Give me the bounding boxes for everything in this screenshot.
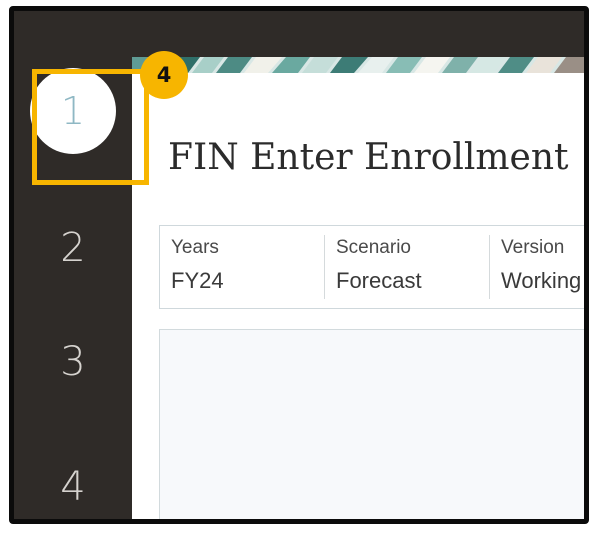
pov-bar: Years FY24 Scenario Forecast Version Wor… [159, 225, 584, 309]
step-1-number: 1 [60, 89, 86, 133]
step-3-number: 3 [60, 339, 86, 385]
data-grid-panel[interactable] [159, 329, 584, 519]
step-2-number: 2 [60, 225, 86, 271]
callout-badge: 4 [140, 51, 188, 99]
main-content: FIN Enter Enrollment Years FY24 Scenario… [132, 73, 584, 519]
pov-years-value: FY24 [171, 268, 224, 293]
page-title: FIN Enter Enrollment [168, 137, 569, 178]
step-item-2[interactable]: 2 [14, 200, 132, 296]
pov-scenario-label: Scenario [336, 237, 411, 258]
step-rail: 1 2 3 4 [14, 57, 132, 519]
banner-pattern-icon [132, 57, 584, 73]
pov-version-label: Version [501, 237, 565, 258]
screenshot-frame: 1 2 3 4 FIN Enter Enrollment Years FY24 … [9, 6, 589, 524]
pov-version[interactable]: Version Working [490, 235, 584, 299]
step-item-1[interactable]: 1 [14, 63, 132, 159]
pov-version-value: Working [501, 268, 582, 293]
step-4-number: 4 [60, 464, 86, 510]
decorative-banner [132, 57, 584, 73]
pov-scenario-value: Forecast [336, 268, 422, 293]
pov-scenario[interactable]: Scenario Forecast [325, 235, 490, 299]
pov-years-label: Years [171, 237, 219, 258]
pov-years[interactable]: Years FY24 [160, 235, 325, 299]
step-item-3[interactable]: 3 [14, 314, 132, 410]
top-bar [14, 11, 584, 57]
step-item-4[interactable]: 4 [14, 439, 132, 519]
step-1-circle: 1 [30, 68, 116, 154]
